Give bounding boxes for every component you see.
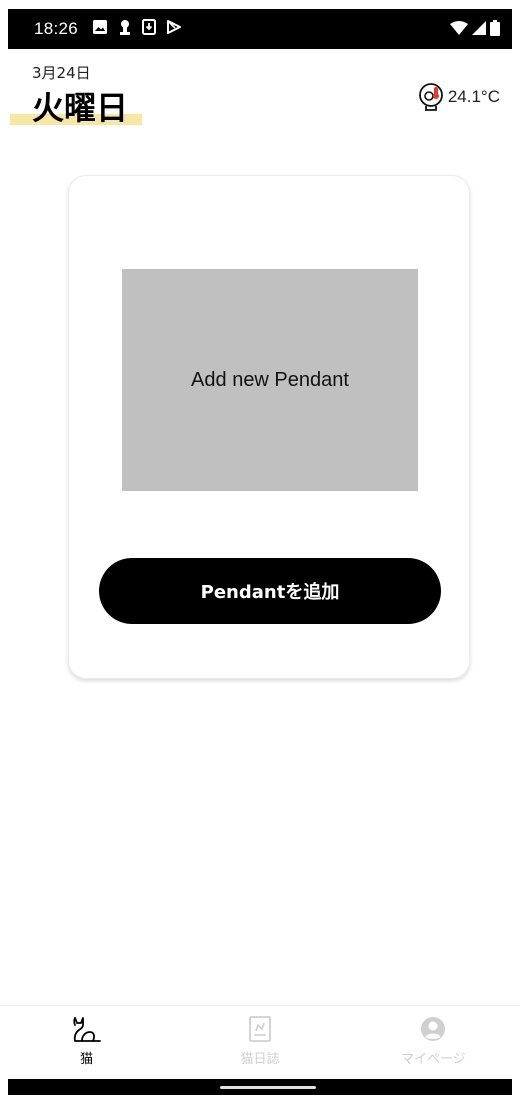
diary-icon: [249, 1016, 271, 1042]
wifi-icon: [450, 21, 468, 35]
nav-item-diary[interactable]: 猫日誌: [173, 1006, 346, 1076]
date-label: 3月24日: [32, 64, 91, 82]
play-store-notification-icon: [167, 20, 181, 34]
keyhole-notification-icon: [120, 20, 130, 35]
status-bar: 18:26: [8, 9, 512, 49]
add-pendant-button[interactable]: Pendantを追加: [99, 558, 441, 624]
download-notification-icon: [142, 19, 156, 35]
nav-label-mypage: マイページ: [400, 1052, 466, 1067]
temperature-value: 24.1°C: [447, 87, 500, 106]
add-pendant-button-label: Pendantを追加: [200, 582, 340, 603]
gesture-bar: [8, 1079, 512, 1095]
add-pendant-placeholder[interactable]: Add new Pendant: [122, 269, 418, 491]
temperature-display: 24.1°C: [416, 82, 500, 112]
image-notification-icon: [93, 20, 107, 34]
battery-icon: [490, 20, 500, 36]
pendant-card: Add new Pendant Pendantを追加: [68, 175, 470, 679]
home-gesture-handle[interactable]: [220, 1086, 316, 1089]
add-pendant-placeholder-text: Add new Pendant: [191, 368, 349, 391]
nav-item-mypage[interactable]: マイページ: [347, 1006, 520, 1076]
system-icons: [450, 20, 500, 36]
nav-item-cat[interactable]: 猫: [0, 1006, 173, 1076]
account-icon: [421, 1017, 446, 1041]
cat-icon: [73, 1017, 101, 1042]
weekday-title: 火曜日: [32, 89, 129, 127]
status-time: 18:26: [34, 19, 79, 38]
bottom-navigation: 猫 猫日誌 マイページ: [0, 1006, 520, 1076]
nav-label-cat: 猫: [80, 1052, 94, 1067]
nav-label-diary: 猫日誌: [240, 1052, 280, 1067]
notification-icons: [92, 19, 182, 35]
signal-icon: [472, 21, 486, 35]
weekday-heading: 火曜日: [10, 88, 142, 136]
thermometer-sensor-icon: [418, 83, 443, 111]
